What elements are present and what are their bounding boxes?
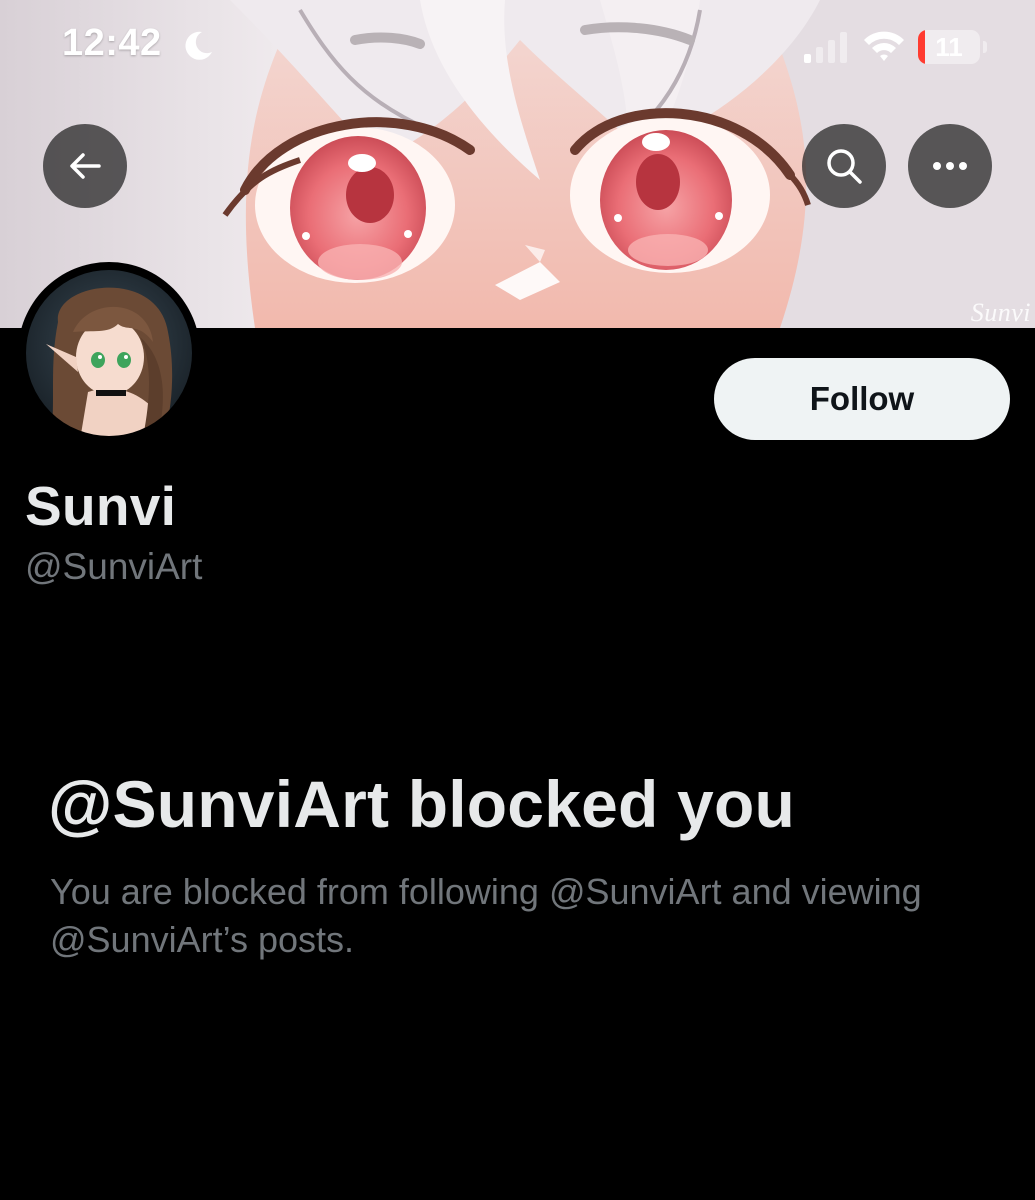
wifi-icon — [864, 31, 904, 61]
battery-indicator: 11 — [918, 30, 980, 64]
profile-display-name: Sunvi — [25, 475, 177, 537]
ellipsis-icon — [933, 162, 967, 170]
banner-watermark: Sunvi — [970, 298, 1031, 327]
battery-level: 11 — [935, 32, 963, 62]
profile-avatar[interactable] — [18, 262, 200, 444]
avatar-image — [20, 264, 198, 442]
arrow-left-icon — [70, 153, 101, 179]
search-button[interactable] — [802, 124, 886, 208]
blocked-message: You are blocked from following @SunviArt… — [50, 871, 922, 960]
more-button[interactable] — [908, 124, 992, 208]
follow-button[interactable]: Follow — [714, 358, 1010, 440]
status-bar: 12:42 11 — [0, 0, 1035, 100]
status-time: 12:42 — [62, 22, 162, 64]
battery-cap — [983, 41, 987, 53]
blocked-title: @SunviArt blocked you — [48, 767, 795, 841]
search-icon — [827, 149, 862, 184]
moon-icon — [185, 31, 212, 60]
cellular-signal-icon — [804, 32, 847, 63]
profile-handle: @SunviArt — [25, 546, 203, 587]
back-button[interactable] — [43, 124, 127, 208]
